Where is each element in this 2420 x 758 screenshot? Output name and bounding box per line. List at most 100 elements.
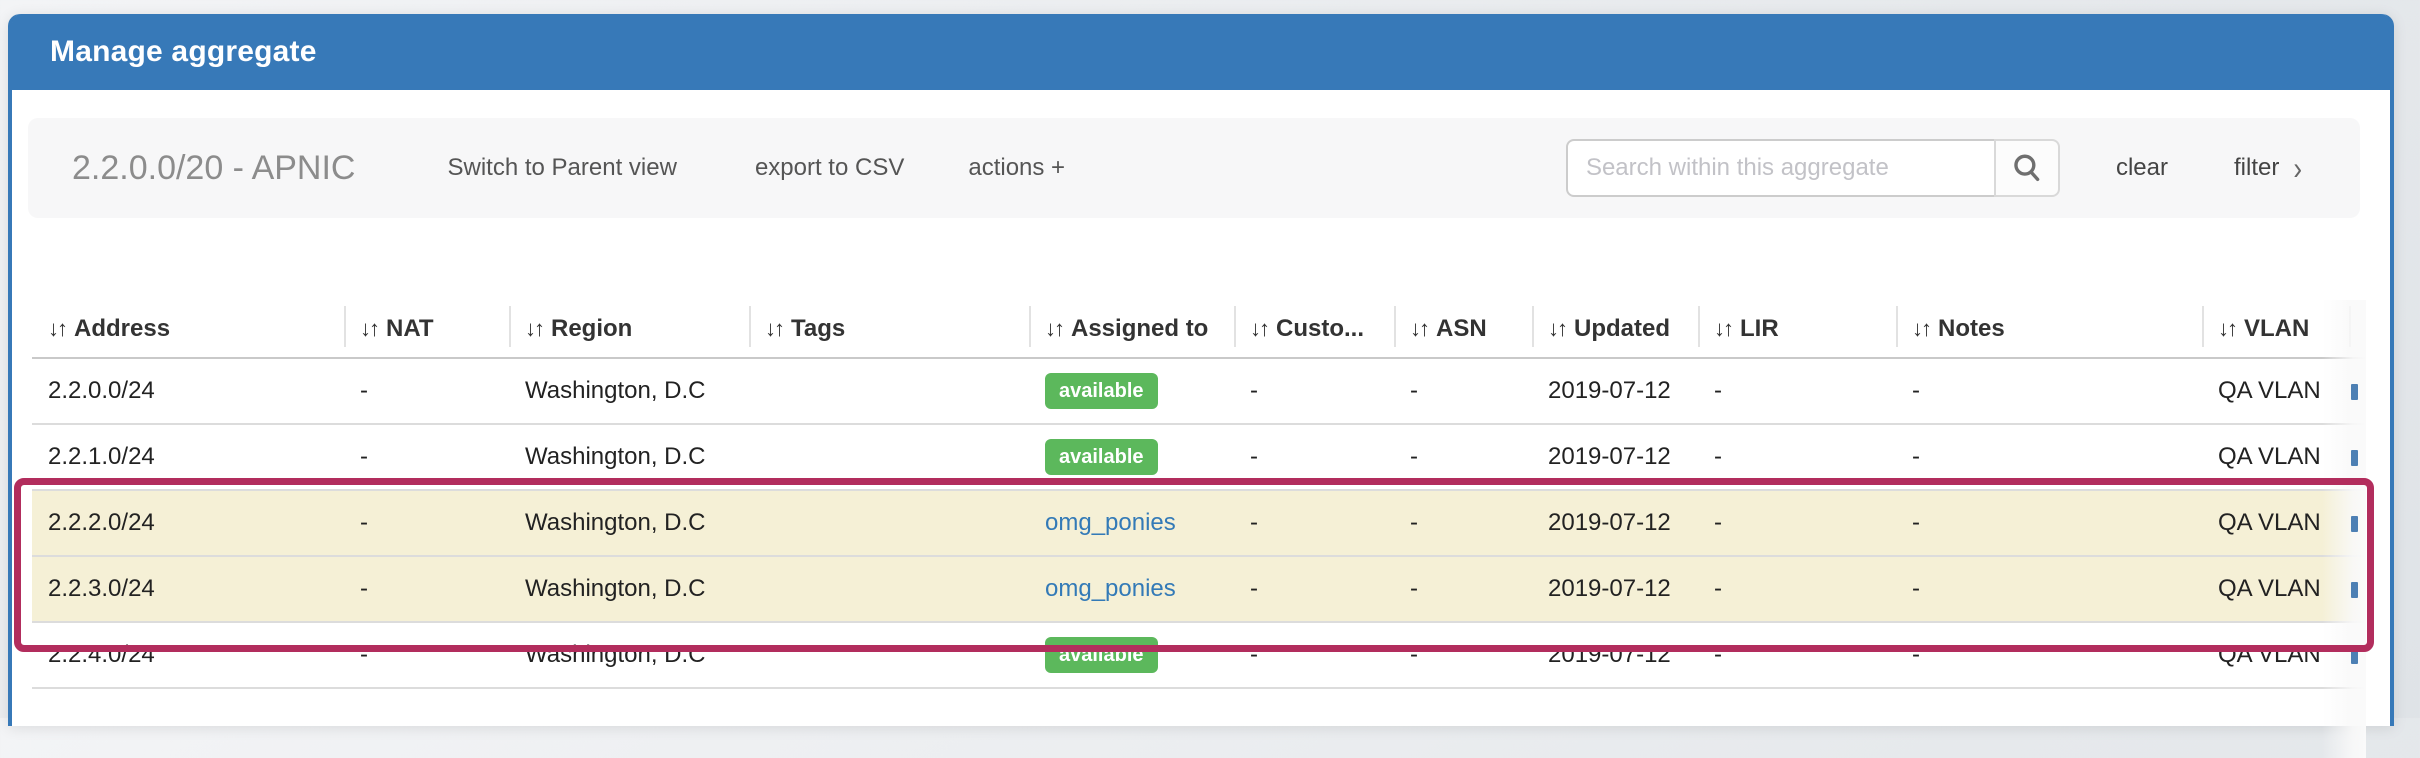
cell-truncated	[2349, 490, 2366, 556]
cell-tags	[749, 556, 1029, 622]
cell-asn: -	[1394, 424, 1532, 490]
truncated-cell-stub	[2351, 648, 2358, 664]
cell-customer: -	[1234, 358, 1394, 424]
column-header-stub	[2349, 300, 2366, 358]
cell-nat: -	[344, 424, 509, 490]
truncated-cell-stub	[2351, 384, 2358, 400]
table-row[interactable]: 2.2.0.0/24 - Washington, D.C available -…	[32, 358, 2366, 424]
cell-customer: -	[1234, 622, 1394, 688]
clear-button[interactable]: clear	[2116, 154, 2168, 182]
aggregate-table: ↓↑Address ↓↑NAT ↓↑Region ↓↑Tags ↓↑Assign…	[32, 300, 2366, 689]
column-header-updated[interactable]: ↓↑Updated	[1532, 300, 1698, 358]
cell-vlan: QA VLAN	[2202, 622, 2349, 688]
aggregate-label: 2.2.0.0/20 - APNIC	[72, 149, 356, 188]
search-icon	[2010, 151, 2044, 185]
cell-region: Washington, D.C	[509, 622, 749, 688]
cell-notes: -	[1896, 424, 2202, 490]
cell-vlan: QA VLAN	[2202, 424, 2349, 490]
cell-customer: -	[1234, 490, 1394, 556]
sort-icon: ↓↑	[1714, 316, 1732, 341]
cell-nat: -	[344, 556, 509, 622]
table-row[interactable]: 2.2.4.0/24 - Washington, D.C available -…	[32, 622, 2366, 688]
cell-lir: -	[1698, 556, 1896, 622]
export-to-csv-link[interactable]: export to CSV	[755, 154, 904, 182]
panel-header: Manage aggregate	[12, 14, 2390, 90]
cell-assigned-to: omg_ponies	[1029, 556, 1234, 622]
cell-updated: 2019-07-12	[1532, 556, 1698, 622]
cell-nat: -	[344, 622, 509, 688]
column-header-assigned-to[interactable]: ↓↑Assigned to	[1029, 300, 1234, 358]
cell-updated: 2019-07-12	[1532, 490, 1698, 556]
cell-lir: -	[1698, 424, 1896, 490]
availability-badge: available	[1045, 373, 1158, 409]
filter-label: filter	[2234, 154, 2279, 182]
toolbar: 2.2.0.0/20 - APNIC Switch to Parent view…	[28, 118, 2360, 218]
sort-icon: ↓↑	[1045, 316, 1063, 341]
truncated-cell-stub	[2351, 582, 2358, 598]
actions-menu-button[interactable]: actions +	[968, 154, 1065, 182]
page-title: Manage aggregate	[50, 35, 317, 69]
table-row[interactable]: 2.2.1.0/24 - Washington, D.C available -…	[32, 424, 2366, 490]
sort-icon: ↓↑	[1912, 316, 1930, 341]
cell-nat: -	[344, 490, 509, 556]
cell-region: Washington, D.C	[509, 424, 749, 490]
cell-asn: -	[1394, 556, 1532, 622]
cell-assigned-to: omg_ponies	[1029, 490, 1234, 556]
assigned-to-link[interactable]: omg_ponies	[1045, 575, 1176, 602]
column-header-lir[interactable]: ↓↑LIR	[1698, 300, 1896, 358]
cell-asn: -	[1394, 622, 1532, 688]
column-header-notes[interactable]: ↓↑Notes	[1896, 300, 2202, 358]
column-header-address[interactable]: ↓↑Address	[32, 300, 344, 358]
cell-truncated	[2349, 622, 2366, 688]
column-header-customer[interactable]: ↓↑Custo...	[1234, 300, 1394, 358]
cell-notes: -	[1896, 556, 2202, 622]
cell-assigned-to: available	[1029, 358, 1234, 424]
cell-asn: -	[1394, 358, 1532, 424]
cell-updated: 2019-07-12	[1532, 424, 1698, 490]
cell-region: Washington, D.C	[509, 490, 749, 556]
column-header-asn[interactable]: ↓↑ASN	[1394, 300, 1532, 358]
cell-tags	[749, 424, 1029, 490]
cell-tags	[749, 622, 1029, 688]
table-row-highlighted[interactable]: 2.2.3.0/24 - Washington, D.C omg_ponies …	[32, 556, 2366, 622]
table-row-highlighted[interactable]: 2.2.2.0/24 - Washington, D.C omg_ponies …	[32, 490, 2366, 556]
cell-address: 2.2.3.0/24	[32, 556, 344, 622]
cell-updated: 2019-07-12	[1532, 358, 1698, 424]
column-header-tags[interactable]: ↓↑Tags	[749, 300, 1029, 358]
cell-vlan: QA VLAN	[2202, 490, 2349, 556]
cell-address: 2.2.0.0/24	[32, 358, 344, 424]
cell-customer: -	[1234, 424, 1394, 490]
cell-region: Washington, D.C	[509, 556, 749, 622]
availability-badge: available	[1045, 637, 1158, 673]
cell-notes: -	[1896, 490, 2202, 556]
truncated-cell-stub	[2351, 450, 2358, 466]
cell-lir: -	[1698, 490, 1896, 556]
cell-truncated	[2349, 556, 2366, 622]
sort-icon: ↓↑	[360, 316, 378, 341]
filter-button[interactable]: filter ›	[2234, 153, 2302, 184]
switch-to-parent-view-link[interactable]: Switch to Parent view	[448, 154, 677, 182]
sort-icon: ↓↑	[1410, 316, 1428, 341]
screen: Manage aggregate 2.2.0.0/20 - APNIC Swit…	[0, 0, 2420, 718]
sort-icon: ↓↑	[765, 316, 783, 341]
manage-aggregate-panel: Manage aggregate 2.2.0.0/20 - APNIC Swit…	[8, 14, 2394, 726]
cell-notes: -	[1896, 358, 2202, 424]
chevron-right-icon: ›	[2293, 149, 2302, 188]
truncated-cell-stub	[2351, 516, 2358, 532]
assigned-to-link[interactable]: omg_ponies	[1045, 509, 1176, 536]
sort-icon: ↓↑	[2218, 316, 2236, 341]
column-header-vlan[interactable]: ↓↑VLAN	[2202, 300, 2349, 358]
cell-notes: -	[1896, 622, 2202, 688]
search-input[interactable]	[1566, 139, 1996, 197]
sort-icon: ↓↑	[1250, 316, 1268, 341]
search-button[interactable]	[1994, 139, 2060, 197]
sort-icon: ↓↑	[48, 316, 66, 341]
search-group	[1566, 139, 2060, 197]
column-header-nat[interactable]: ↓↑NAT	[344, 300, 509, 358]
cell-truncated	[2349, 424, 2366, 490]
table-header-row: ↓↑Address ↓↑NAT ↓↑Region ↓↑Tags ↓↑Assign…	[32, 300, 2366, 358]
sort-icon: ↓↑	[525, 316, 543, 341]
cell-asn: -	[1394, 490, 1532, 556]
column-header-region[interactable]: ↓↑Region	[509, 300, 749, 358]
cell-address: 2.2.4.0/24	[32, 622, 344, 688]
